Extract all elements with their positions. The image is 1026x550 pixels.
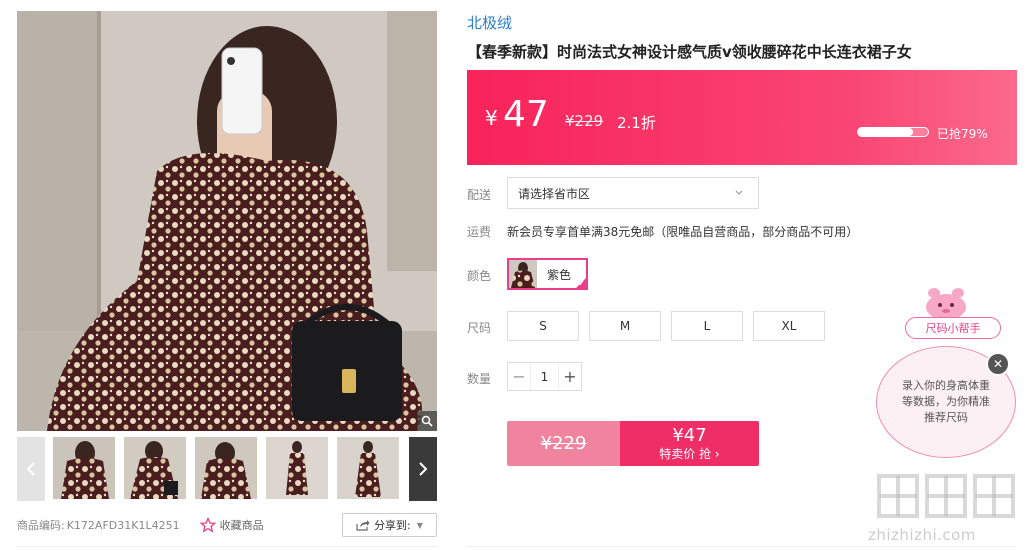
close-icon: ✕ bbox=[992, 357, 1004, 371]
share-button[interactable]: 分享到: ▼ bbox=[342, 513, 437, 537]
favorite-button[interactable]: 收藏商品 bbox=[199, 517, 264, 533]
magnifier-icon bbox=[421, 415, 433, 427]
shipping-info: 新会员专享首单满38元免邮（限唯品自营商品，部分商品不可用） bbox=[507, 225, 859, 239]
color-label: 颜色 bbox=[467, 269, 492, 283]
favorite-label: 收藏商品 bbox=[219, 519, 264, 532]
size-option-s[interactable]: S bbox=[507, 311, 579, 341]
zoom-button[interactable] bbox=[417, 411, 437, 431]
thumbnail-image bbox=[53, 437, 115, 499]
check-icon: ✓ bbox=[578, 279, 585, 288]
delivery-label: 配送 bbox=[467, 188, 492, 202]
share-label: 分享到: bbox=[374, 519, 411, 532]
size-option-l[interactable]: L bbox=[671, 311, 743, 341]
thumbnail-1[interactable] bbox=[53, 437, 115, 499]
sku-value: K172AFD31K1L4251 bbox=[66, 518, 180, 532]
color-option-selected[interactable]: 紫色 ✓ bbox=[507, 258, 588, 290]
buy-now-button[interactable]: ¥47 特卖价 抢 › bbox=[620, 421, 759, 466]
share-icon bbox=[356, 520, 370, 531]
star-icon bbox=[199, 517, 216, 533]
size-helper-text: 录入你的身高体重等数据，为你精准推荐尺码 bbox=[902, 379, 990, 424]
thumbnail-next-button[interactable] bbox=[409, 437, 437, 501]
mascot-icon bbox=[926, 288, 966, 320]
original-price: ¥229 bbox=[565, 112, 604, 130]
thumbnail-3[interactable] bbox=[195, 437, 257, 499]
chevron-down-icon bbox=[735, 190, 743, 195]
size-option-xl[interactable]: XL bbox=[753, 311, 825, 341]
caret-down-icon: ▼ bbox=[416, 520, 423, 530]
product-title: 【春季新款】时尚法式女神设计感气质v领收腰碎花中长连衣裙子女 bbox=[467, 43, 912, 61]
current-price: 47 bbox=[503, 94, 549, 135]
color-option-label: 紫色 bbox=[547, 267, 572, 282]
thumbnail-image bbox=[266, 437, 328, 499]
thumbnail-image bbox=[124, 437, 186, 499]
thumbnail-image bbox=[337, 437, 399, 499]
close-button[interactable]: ✕ bbox=[986, 352, 1010, 376]
price-banner: ¥ 47 ¥229 2.1折 已抢79% bbox=[467, 70, 1017, 165]
special-price-label: 特卖价 抢 › bbox=[659, 446, 720, 461]
color-swatch-image bbox=[509, 260, 537, 288]
thumbnail-4[interactable] bbox=[266, 437, 328, 499]
size-label: 尺码 bbox=[467, 321, 492, 335]
chevron-right-icon bbox=[419, 462, 428, 476]
quantity-stepper: − 1 + bbox=[507, 362, 582, 391]
sku-label: 商品编码: bbox=[17, 519, 65, 532]
thumbnail-image bbox=[195, 437, 257, 499]
sold-percentage: 已抢79% bbox=[937, 127, 988, 141]
region-select-value: 请选择省市区 bbox=[518, 186, 591, 201]
watermark-logo bbox=[877, 474, 1015, 518]
product-photo bbox=[17, 11, 437, 431]
thumbnail-strip bbox=[17, 437, 437, 501]
discount-rate: 2.1折 bbox=[617, 114, 656, 132]
product-meta-row: 商品编码: K172AFD31K1L4251 收藏商品 分享到: ▼ bbox=[17, 512, 437, 538]
divider bbox=[17, 546, 437, 547]
quantity-decrease-button[interactable]: − bbox=[508, 363, 530, 390]
chevron-left-icon bbox=[26, 462, 35, 476]
size-option-m[interactable]: M bbox=[589, 311, 661, 341]
main-product-image[interactable] bbox=[17, 11, 437, 431]
swatch-thumbnail bbox=[509, 260, 537, 288]
size-helper-tag[interactable]: 尺码小帮手 bbox=[905, 317, 1001, 339]
thumbnail-prev-button[interactable] bbox=[17, 437, 45, 501]
watermark-text: zhizhizhi.com bbox=[868, 526, 976, 544]
quantity-increase-button[interactable]: + bbox=[559, 363, 581, 390]
shipping-label: 运费 bbox=[467, 225, 492, 239]
brand-link[interactable]: 北极绒 bbox=[467, 12, 512, 33]
sold-progress-fill bbox=[858, 128, 914, 136]
region-select[interactable]: 请选择省市区 bbox=[507, 177, 759, 209]
original-price-block: ¥229 bbox=[507, 421, 620, 466]
price-currency: ¥ bbox=[485, 106, 498, 130]
quantity-label: 数量 bbox=[467, 372, 492, 386]
divider bbox=[467, 546, 1017, 547]
thumbnail-5[interactable] bbox=[337, 437, 399, 499]
thumbnail-2[interactable] bbox=[124, 437, 186, 499]
sold-progress-bar bbox=[857, 127, 929, 137]
quantity-value[interactable]: 1 bbox=[530, 363, 559, 390]
special-price: ¥47 bbox=[672, 424, 707, 446]
